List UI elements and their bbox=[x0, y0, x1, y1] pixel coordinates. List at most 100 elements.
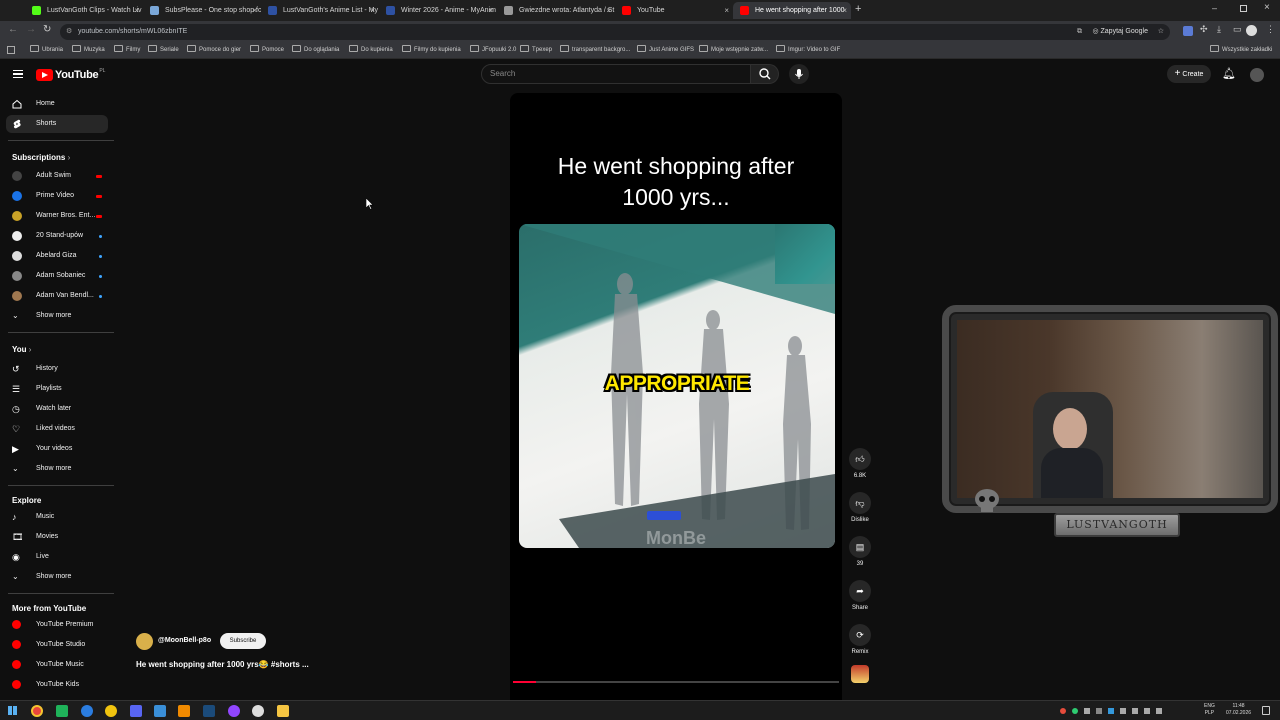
short-player[interactable]: He went shopping after 1000 yrs... APPRO… bbox=[510, 93, 842, 700]
bookmark-item[interactable]: Ubrania bbox=[30, 42, 63, 59]
apps-icon[interactable] bbox=[7, 46, 15, 54]
steam-taskbar-icon[interactable] bbox=[203, 705, 215, 717]
sidebar-item-subscription[interactable]: Prime Video bbox=[0, 187, 110, 205]
sidebar-item-shorts[interactable]: Shorts bbox=[6, 115, 108, 133]
browser-tab[interactable]: LustVanGoth's Anime List - My × bbox=[261, 2, 379, 19]
menu-dots-icon[interactable]: ⋮ bbox=[1266, 24, 1275, 35]
progress-track[interactable] bbox=[513, 681, 839, 683]
show-more-explore[interactable]: ⌄ Show more bbox=[0, 568, 110, 586]
voice-search-button[interactable] bbox=[789, 64, 809, 84]
hamburger-menu-icon[interactable] bbox=[13, 70, 23, 78]
sidebar-item-home[interactable]: Home bbox=[0, 95, 110, 113]
bookmark-item[interactable]: Do kupienia bbox=[349, 42, 393, 59]
back-icon[interactable]: ← bbox=[8, 24, 18, 35]
sidebar-item-subscription[interactable]: Warner Bros. Ent... bbox=[0, 207, 110, 225]
bookmark-item[interactable]: transparent backgro... bbox=[560, 42, 630, 59]
like-button[interactable]: 👍︎ 6.8K bbox=[846, 448, 874, 479]
sidebar-item-live[interactable]: ◉ Live bbox=[0, 548, 110, 566]
sidebar-item-subscription[interactable]: Abelard Giza bbox=[0, 247, 110, 265]
sidebar-item-movies[interactable]: 🎞︎ Movies bbox=[0, 528, 110, 546]
sidebar-item-youtube-music[interactable]: YouTube Music bbox=[0, 656, 110, 674]
install-icon[interactable]: ⧉ bbox=[1077, 24, 1082, 40]
forward-icon[interactable]: → bbox=[26, 24, 36, 35]
show-more-subscriptions[interactable]: ⌄ Show more bbox=[0, 307, 110, 325]
sidebar-item-subscription[interactable]: 20 Stand-upów bbox=[0, 227, 110, 245]
windows-start-icon[interactable] bbox=[8, 706, 17, 715]
sidebar-item-liked-videos[interactable]: ♡ Liked videos bbox=[0, 420, 110, 438]
app-taskbar-icon[interactable] bbox=[56, 705, 68, 717]
app-taskbar-icon[interactable] bbox=[154, 705, 166, 717]
browser-tab[interactable]: He went shopping after 1000 × bbox=[733, 2, 851, 19]
chrome-taskbar-icon[interactable] bbox=[31, 705, 43, 717]
bookmark-star-icon[interactable]: ☆ bbox=[1158, 24, 1164, 40]
bookmark-item[interactable]: Filmy do kupienia bbox=[402, 42, 461, 59]
twitch-taskbar-icon[interactable] bbox=[228, 705, 240, 717]
browser-tab[interactable]: YouTube × bbox=[615, 2, 733, 19]
tab-close-icon[interactable]: × bbox=[370, 2, 375, 19]
system-tray[interactable] bbox=[1060, 705, 1195, 717]
puzzle-icon[interactable]: ✣ bbox=[1200, 24, 1208, 35]
obs-taskbar-icon[interactable] bbox=[252, 705, 264, 717]
share-button[interactable]: ➦ Share bbox=[846, 580, 874, 611]
close-window-button[interactable]: × bbox=[1264, 2, 1270, 13]
notification-center-icon[interactable] bbox=[1262, 706, 1270, 715]
file-explorer-taskbar-icon[interactable] bbox=[277, 705, 289, 717]
bookmark-item[interactable]: Seriale bbox=[148, 42, 179, 59]
all-bookmarks[interactable]: Wszystkie zakładki bbox=[1210, 42, 1272, 59]
bookmark-item[interactable]: Filmy bbox=[114, 42, 140, 59]
sidebar-item-subscription[interactable]: Adult Swim bbox=[0, 167, 110, 185]
remix-button[interactable]: ⟳ Remix bbox=[846, 624, 874, 655]
discord-taskbar-icon[interactable] bbox=[130, 705, 142, 717]
bookmark-item[interactable]: Tpexep bbox=[520, 42, 552, 59]
bookmark-item[interactable]: Imgur: Video to GIF bbox=[776, 42, 840, 59]
sidebar-item-playlists[interactable]: ☰ Playlists bbox=[0, 380, 110, 398]
tab-close-icon[interactable]: × bbox=[724, 2, 729, 19]
split-view-icon[interactable]: ▭ bbox=[1233, 24, 1242, 35]
sidebar-item-subscription[interactable]: Adam Sobaniec bbox=[0, 267, 110, 285]
sidebar-item-history[interactable]: ↺ History bbox=[0, 360, 110, 378]
edge-taskbar-icon[interactable] bbox=[81, 705, 93, 717]
new-tab-button[interactable]: + bbox=[855, 3, 865, 17]
short-video-title[interactable]: He went shopping after 1000 yrs😂 #shorts… bbox=[136, 660, 309, 669]
sidebar-item-your-videos[interactable]: ▶ Your videos bbox=[0, 440, 110, 458]
create-button[interactable]: + Create bbox=[1167, 65, 1211, 83]
sidebar-item-youtube-premium[interactable]: YouTube Premium bbox=[0, 616, 110, 634]
sidebar-item-subscription[interactable]: Adam Van Bendl... bbox=[0, 287, 110, 305]
tab-close-icon[interactable]: × bbox=[252, 2, 257, 19]
browser-tab[interactable]: Gwiezdne wrota: Atlantyda / St × bbox=[497, 2, 615, 19]
browser-tab[interactable]: SubsPlease - One stop shop fo × bbox=[143, 2, 261, 19]
vlc-taskbar-icon[interactable] bbox=[178, 705, 190, 717]
notifications-bell-icon[interactable]: 🔔︎ bbox=[1222, 67, 1236, 80]
comments-button[interactable]: ▤ 39 bbox=[846, 536, 874, 567]
subscriptions-heading[interactable]: Subscriptions › bbox=[12, 153, 70, 162]
subscribe-button[interactable]: Subscribe bbox=[220, 633, 266, 649]
app-taskbar-icon[interactable] bbox=[105, 705, 117, 717]
account-avatar[interactable] bbox=[1250, 68, 1264, 82]
tab-close-icon[interactable]: × bbox=[488, 2, 493, 19]
bookmark-item[interactable]: Muzyka bbox=[72, 42, 105, 59]
address-bar[interactable]: ⚙ youtube.com/shorts/mWL06zbnITE ⧉ ◎ Zap… bbox=[60, 24, 1170, 40]
minimize-button[interactable]: – bbox=[1212, 3, 1217, 13]
maximize-button[interactable] bbox=[1240, 5, 1247, 12]
tab-close-icon[interactable]: × bbox=[606, 2, 611, 19]
channel-avatar[interactable] bbox=[136, 633, 153, 650]
reload-icon[interactable]: ↻ bbox=[43, 24, 51, 35]
sound-thumbnail[interactable] bbox=[851, 665, 869, 683]
profile-avatar[interactable] bbox=[1246, 25, 1257, 36]
bookmark-item[interactable]: Pomoce bbox=[250, 42, 284, 59]
language-indicator[interactable]: ENG PLP bbox=[1204, 703, 1215, 717]
show-more-you[interactable]: ⌄ Show more bbox=[0, 460, 110, 478]
bookmark-item[interactable]: Do oglądania bbox=[292, 42, 339, 59]
bookmark-item[interactable]: Pomoce do gier bbox=[187, 42, 241, 59]
extension-icon[interactable] bbox=[1183, 26, 1193, 36]
sidebar-item-youtube-studio[interactable]: YouTube Studio bbox=[0, 636, 110, 654]
site-info-icon[interactable]: ⚙ bbox=[66, 24, 72, 40]
search-button[interactable] bbox=[751, 64, 779, 84]
downloads-icon[interactable]: ⤓ bbox=[1217, 24, 1221, 35]
dislike-button[interactable]: 👎︎ Dislike bbox=[846, 492, 874, 523]
bookmark-item[interactable]: Just Anime GIFS bbox=[637, 42, 694, 59]
ask-google-chip[interactable]: ◎ Zapytaj Google bbox=[1092, 24, 1148, 40]
sidebar-item-youtube-kids[interactable]: YouTube Kids bbox=[0, 676, 110, 694]
sidebar-item-watch-later[interactable]: ◷ Watch later bbox=[0, 400, 110, 418]
browser-tab[interactable]: Winter 2026 - Anime - MyAnim × bbox=[379, 2, 497, 19]
